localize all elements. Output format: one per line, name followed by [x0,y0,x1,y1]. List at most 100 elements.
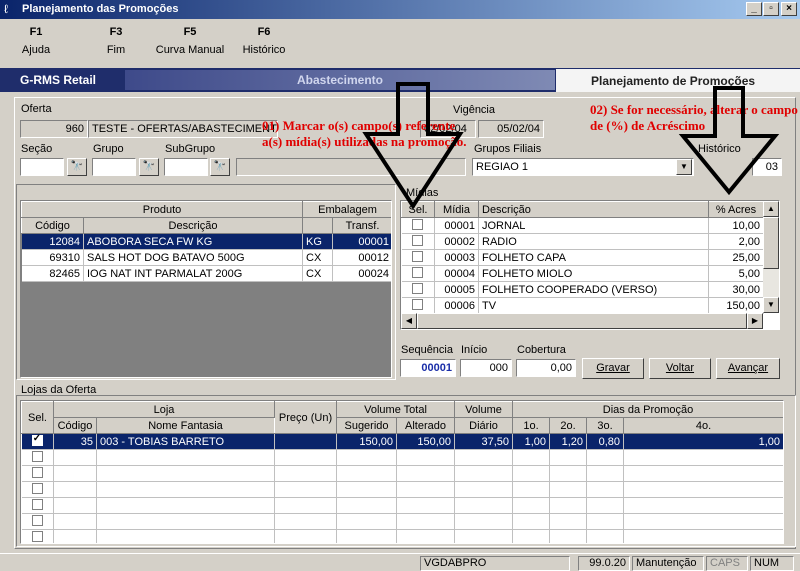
fkey-history-key: F6 [257,26,271,38]
voltar-button[interactable]: Voltar [649,358,711,379]
midia-acres[interactable]: 2,00 [708,233,764,250]
product-code: 82465 [21,265,84,282]
product-transf: 00024 [332,265,391,282]
table-row[interactable] [21,481,783,498]
product-transf: 00001 [332,233,391,250]
table-row[interactable]: 00003 FOLHETO CAPA 25,00 [401,249,764,266]
fkey-history[interactable]: F6 Histórico [238,26,290,56]
scroll-left-icon[interactable]: ◀ [401,313,417,329]
product-emb: CX [302,249,333,266]
midias-header-acres: % Acres [708,201,764,218]
fkey-help[interactable]: F1 Ajuda [18,26,54,56]
midias-vscroll-thumb[interactable] [763,217,779,269]
loja-checkbox[interactable] [31,499,43,511]
midia-desc: TV [478,297,709,314]
midia-checkbox[interactable] [412,299,424,311]
subgrupo-search-binoculars-icon[interactable]: 🔭 [210,158,230,176]
oferta-code-field[interactable]: 960 [20,120,88,138]
cobertura-field[interactable]: 0,00 [516,359,576,377]
midia-acres[interactable]: 30,00 [708,281,764,298]
midia-acres[interactable]: 5,00 [708,265,764,282]
sequencia-field[interactable]: 00001 [400,359,456,377]
secao-input[interactable] [20,158,64,176]
midia-desc: FOLHETO MIOLO [478,265,709,282]
scroll-right-icon[interactable]: ▶ [747,313,763,329]
loja-checkbox[interactable] [31,483,43,495]
lojas-header-d1: 1o. [512,417,551,434]
fkey-manual-curve[interactable]: F5 Curva Manual [152,26,228,56]
lojas-header-sel: Sel. [21,401,54,434]
scroll-down-icon[interactable]: ▼ [763,297,779,313]
table-row[interactable]: 00004 FOLHETO MIOLO 5,00 [401,265,764,282]
close-button[interactable]: × [781,2,797,16]
scroll-up-icon[interactable]: ▲ [763,201,779,217]
table-row[interactable]: 00001 JORNAL 10,00 [401,217,764,234]
voltar-button-label: Voltar [665,362,695,374]
grupo-input[interactable] [92,158,136,176]
fkey-help-key: F1 [29,26,43,38]
inicio-field[interactable]: 000 [460,359,512,377]
midia-checkbox[interactable] [412,219,424,231]
midia-acres[interactable]: 150,00 [708,297,764,314]
table-row[interactable] [21,529,783,543]
table-row[interactable]: 69310 SALS HOT DOG BATAVO 500G CX 00012 [21,249,391,266]
midia-acres[interactable]: 10,00 [708,217,764,234]
midias-hscroll-thumb[interactable] [417,313,747,329]
midia-code: 00004 [434,265,479,282]
loja-checkbox[interactable] [31,467,43,479]
loja-checkbox[interactable] [31,451,43,463]
secao-search-binoculars-icon[interactable]: 🔭 [67,158,87,176]
midia-checkbox[interactable] [412,283,424,295]
loja-d1[interactable]: 1,00 [512,433,551,450]
table-row[interactable] [21,449,783,466]
table-row[interactable]: 00002 RADIO 2,00 [401,233,764,250]
subgrupo-input[interactable] [164,158,208,176]
maximize-button[interactable]: ▫ [763,2,779,16]
product-transf: 00012 [332,249,391,266]
midia-checkbox[interactable] [412,251,424,263]
app-icon: ℓ [4,2,8,16]
status-mode: Manutenção [632,556,704,571]
vigencia-end-field[interactable]: 05/02/04 [478,120,544,138]
loja-checkbox[interactable] [31,434,43,447]
midias-grid: Sel. Mídia Descrição % Acres 00001 JORNA… [400,200,780,330]
loja-d3[interactable]: 0,80 [586,433,625,450]
loja-d2[interactable]: 1,20 [549,433,588,450]
grupos-filiais-select[interactable]: REGIAO 1 [472,158,694,176]
grupo-search-binoculars-icon[interactable]: 🔭 [139,158,159,176]
lojas-header-diario: Diário [454,417,514,434]
table-row[interactable]: 12084 ABOBORA SECA FW KG KG 00001 [21,233,391,250]
midia-code: 00001 [434,217,479,234]
midia-checkbox[interactable] [412,235,424,247]
midia-code: 00002 [434,233,479,250]
loja-checkbox[interactable] [31,515,43,527]
loja-diario: 37,50 [454,433,514,450]
products-grid: Produto Embalagem Código Descrição Trans… [20,200,392,378]
loja-preco[interactable] [274,433,338,450]
title-bar: ℓ Planejamento das Promoções _ ▫ × [0,0,800,19]
midia-desc: RADIO [478,233,709,250]
loja-alterado[interactable]: 150,00 [396,433,456,450]
midia-acres[interactable]: 25,00 [708,249,764,266]
lojas-header-d3: 3o. [586,417,625,434]
avancar-button[interactable]: Avançar [716,358,780,379]
table-row[interactable]: 00006 TV 150,00 [401,297,764,314]
product-desc: IOG NAT INT PARMALAT 200G [83,265,303,282]
table-row[interactable] [21,497,783,514]
table-row[interactable] [21,513,783,530]
product-code: 69310 [21,249,84,266]
gravar-button[interactable]: Gravar [582,358,644,379]
table-row[interactable] [21,465,783,482]
midia-checkbox[interactable] [412,267,424,279]
oferta-desc-field[interactable]: TESTE - OFERTAS/ABASTECIMENTO [88,120,278,138]
fkey-end-label: Fim [106,44,126,56]
lojas-header-loja: Loja [52,401,276,418]
table-row[interactable]: 35 003 - TOBIAS BARRETO 150,00 150,00 37… [21,433,783,450]
minimize-button[interactable]: _ [746,2,762,16]
loja-d4[interactable]: 1,00 [623,433,783,450]
table-row[interactable]: 00005 FOLHETO COOPERADO (VERSO) 30,00 [401,281,764,298]
table-row[interactable]: 82465 IOG NAT INT PARMALAT 200G CX 00024 [21,265,391,282]
grupos-filiais-label: Grupos Filiais [474,143,542,155]
loja-checkbox[interactable] [31,531,43,543]
fkey-end[interactable]: F3 Fim [100,26,132,56]
